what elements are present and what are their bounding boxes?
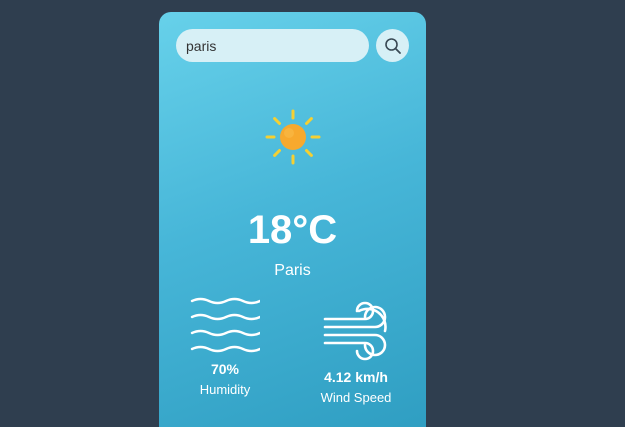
search-input[interactable]: [176, 29, 369, 62]
search-bar: [176, 29, 409, 62]
wind-panel: 4.12 km/h Wind Speed: [301, 297, 411, 405]
search-icon: [384, 37, 401, 54]
humidity-label: Humidity: [199, 382, 251, 397]
weather-card: 18°C Paris 70% Humidity 4.12 km/h Wind S…: [159, 12, 426, 427]
humidity-waves-icon: [190, 297, 260, 353]
wind-value: 4.12 km/h: [324, 369, 388, 385]
sun-icon: [265, 109, 321, 165]
wind-label: Wind Speed: [320, 390, 392, 405]
city-name: Paris: [274, 262, 311, 279]
humidity-panel: 70% Humidity: [170, 297, 280, 397]
humidity-value: 70%: [210, 361, 240, 377]
temperature: 18°C: [247, 208, 338, 252]
wind-icon: [323, 301, 387, 361]
search-button[interactable]: [376, 29, 409, 62]
